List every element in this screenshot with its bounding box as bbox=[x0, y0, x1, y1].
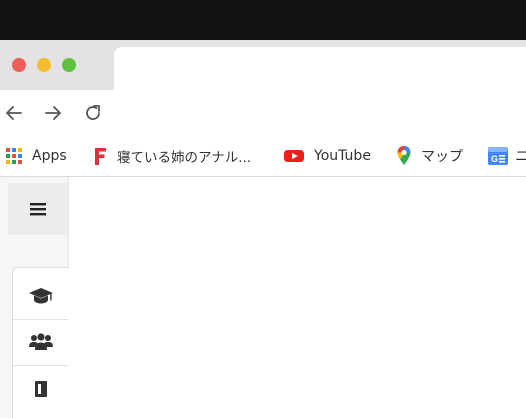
book-icon bbox=[35, 381, 47, 397]
bookmark-f-site[interactable]: 寝ている姉のアナル... bbox=[92, 144, 251, 168]
bookmark-maps[interactable]: マップ bbox=[396, 144, 463, 168]
bookmark-label: ニ bbox=[515, 149, 526, 165]
bookmark-label: 寝ている姉のアナル... bbox=[117, 150, 252, 166]
bookmark-news[interactable]: G ニ bbox=[487, 144, 526, 168]
bookmark-label: YouTube bbox=[314, 148, 371, 164]
screen-top-bar bbox=[0, 0, 526, 40]
bookmark-youtube[interactable]: YouTube bbox=[283, 144, 371, 168]
arrow-right-icon bbox=[45, 106, 61, 120]
youtube-icon bbox=[284, 150, 304, 162]
forward-button[interactable] bbox=[40, 100, 66, 126]
bookmark-label: Apps bbox=[32, 148, 67, 164]
address-bar[interactable] bbox=[112, 96, 526, 130]
reload-button[interactable] bbox=[80, 100, 106, 126]
side-navigation bbox=[0, 177, 69, 418]
hamburger-icon bbox=[30, 203, 46, 216]
back-button[interactable] bbox=[1, 100, 27, 126]
close-window-button[interactable] bbox=[12, 58, 26, 72]
bookmark-apps[interactable]: Apps bbox=[5, 144, 67, 168]
users-icon bbox=[29, 333, 53, 350]
svg-text:G: G bbox=[491, 154, 498, 164]
bookmarks-bar: Apps 寝ている姉のアナル... YouTube マップ G ニ bbox=[0, 136, 526, 177]
graduation-cap-icon bbox=[29, 288, 53, 304]
maps-pin-icon bbox=[397, 146, 411, 165]
maximize-window-button[interactable] bbox=[62, 58, 76, 72]
page-content bbox=[0, 177, 526, 418]
browser-screen: Apps 寝ている姉のアナル... YouTube マップ G ニ bbox=[0, 0, 526, 418]
bookmark-label: マップ bbox=[421, 149, 463, 165]
side-menu-item-courses[interactable] bbox=[13, 273, 69, 320]
tab-strip bbox=[0, 40, 526, 90]
f-logo-icon bbox=[95, 148, 106, 165]
minimize-window-button[interactable] bbox=[37, 58, 51, 72]
google-news-icon: G bbox=[488, 147, 508, 165]
apps-grid-icon bbox=[6, 148, 22, 164]
active-tab[interactable] bbox=[114, 47, 526, 90]
side-menu-item-book[interactable] bbox=[13, 365, 69, 411]
side-menu-item-users[interactable] bbox=[13, 319, 69, 366]
reload-icon bbox=[86, 105, 100, 120]
arrow-left-icon bbox=[6, 106, 22, 120]
browser-toolbar bbox=[0, 90, 526, 136]
side-menu bbox=[12, 267, 69, 418]
menu-toggle-button[interactable] bbox=[8, 183, 68, 235]
